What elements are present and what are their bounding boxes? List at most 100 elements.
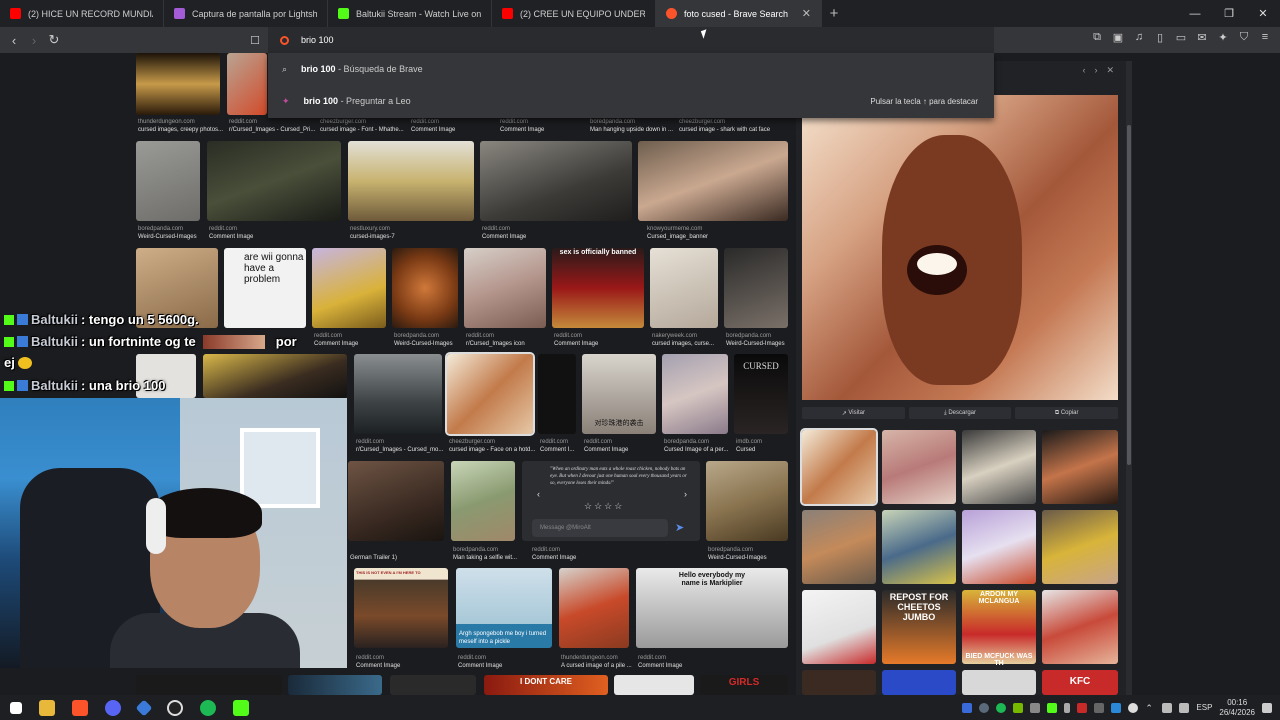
result-title[interactable]: Comment Image	[500, 127, 544, 133]
result-title[interactable]: Weird-Cursed-Images	[138, 234, 197, 240]
clock[interactable]: 00:16 26/4/2026	[1219, 698, 1255, 718]
result-title[interactable]: cursed image - shark with cat face	[679, 127, 770, 133]
notifications-icon[interactable]	[1262, 702, 1272, 713]
result-image[interactable]	[662, 354, 728, 434]
wallet-icon[interactable]: ▭	[1174, 31, 1188, 47]
result-title[interactable]: cursed image - Face on a hotd...	[449, 447, 535, 453]
result-image[interactable]	[288, 675, 382, 695]
mail-icon[interactable]: ✉	[1195, 31, 1209, 47]
result-image[interactable]	[706, 461, 788, 541]
result-title[interactable]: r/Cursed_Images - Cursed_mo...	[356, 447, 443, 453]
result-title[interactable]: Man taking a selfie wit...	[453, 555, 517, 561]
result-title[interactable]: Comment Image	[209, 234, 253, 240]
audio-icon[interactable]	[1111, 702, 1122, 713]
result-title[interactable]: cursed-images-7	[350, 234, 395, 240]
forward-icon[interactable]: ›	[24, 33, 44, 48]
result-image[interactable]	[348, 461, 444, 541]
result-image[interactable]	[390, 675, 476, 695]
result-title[interactable]: Comment Image	[584, 447, 628, 453]
result-title[interactable]: Comment Image	[554, 341, 598, 347]
result-image[interactable]: THIS IS NOT EVEN A I'M HERE TO	[354, 568, 448, 648]
obs-icon[interactable]	[167, 699, 183, 716]
bluetooth-icon[interactable]	[962, 702, 973, 713]
result-title[interactable]: Comment Image	[482, 234, 526, 240]
nvidia-icon[interactable]	[1013, 702, 1024, 713]
related-image[interactable]	[962, 430, 1036, 504]
discord-icon[interactable]	[105, 699, 121, 716]
minimize-icon[interactable]: —	[1178, 0, 1212, 27]
send-icon[interactable]: ➤	[675, 521, 684, 534]
related-image[interactable]	[1042, 590, 1118, 664]
language-indicator[interactable]: ESP	[1196, 703, 1212, 712]
result-title[interactable]: Comment Image	[532, 555, 576, 561]
leo-icon[interactable]: ✦	[1216, 31, 1230, 47]
result-image[interactable]	[354, 354, 442, 434]
result-image[interactable]	[464, 248, 546, 328]
keyboard-icon[interactable]	[1094, 702, 1105, 713]
result-image[interactable]: CURSED	[734, 354, 788, 434]
address-input[interactable]: brio 100	[301, 35, 334, 45]
result-title[interactable]: Weird-Cursed-Images	[394, 341, 453, 347]
result-image[interactable]	[136, 141, 200, 221]
result-title[interactable]: Cursed Image of a per...	[664, 447, 728, 453]
tab-youtube-record[interactable]: (2) HICE UN RECORD MUNDIAL EN M	[0, 0, 164, 27]
related-image[interactable]: ARDON MY MCLANGUA BIED MCFUCK WAS TH	[962, 590, 1036, 667]
related-image[interactable]	[882, 510, 956, 584]
shield-icon[interactable]: ⛉	[1237, 31, 1251, 47]
windows-start-icon[interactable]	[10, 701, 22, 714]
result-title[interactable]: Comment Image	[458, 663, 502, 669]
reload-icon[interactable]: ↻	[44, 32, 64, 48]
result-image[interactable]: Hello everybody my name is Markiplier	[636, 568, 788, 648]
result-image[interactable]	[445, 352, 535, 436]
prev-arrow-icon[interactable]: ‹	[537, 489, 540, 499]
related-image[interactable]	[802, 510, 876, 584]
hardware-icon[interactable]	[1077, 702, 1088, 713]
result-image[interactable]	[480, 141, 632, 221]
related-image[interactable]	[802, 590, 876, 664]
extensions-icon[interactable]: ⧉	[1090, 31, 1104, 47]
result-title[interactable]: Comment Image	[411, 127, 455, 133]
network-tray-icon[interactable]	[1030, 702, 1041, 713]
kick-icon[interactable]	[233, 699, 249, 716]
next-icon[interactable]: ›	[1094, 65, 1097, 76]
result-title[interactable]: Comment I...	[540, 447, 574, 453]
close-icon[interactable]: ✕	[1106, 65, 1114, 76]
related-image[interactable]	[800, 428, 878, 506]
restore-icon[interactable]: ❐	[1212, 0, 1246, 27]
suggestion-leo[interactable]: ✦ brio 100 - Preguntar a Leo Pulsar la t…	[268, 85, 994, 117]
bookmark-icon[interactable]: ☐	[245, 34, 265, 47]
next-arrow-icon[interactable]: ›	[684, 489, 687, 499]
result-title[interactable]: Comment Image	[638, 663, 682, 669]
prev-icon[interactable]: ‹	[1082, 65, 1085, 76]
file-explorer-icon[interactable]	[39, 699, 55, 716]
close-window-icon[interactable]: ✕	[1246, 0, 1280, 27]
app-tray-icon[interactable]	[1047, 702, 1058, 713]
screenshot-icon[interactable]: ▣	[1111, 31, 1125, 47]
tab-kick-stream[interactable]: Baltukii Stream - Watch Live on Kick	[328, 0, 492, 27]
result-image[interactable]: sex is officially banned	[552, 248, 644, 328]
result-title[interactable]: r/Cursed_Images - Cursed_Pri...	[229, 127, 315, 133]
result-image[interactable]: 对珍珠港的袭击	[582, 354, 656, 434]
back-icon[interactable]: ‹	[4, 33, 24, 48]
result-image[interactable]	[451, 461, 515, 541]
result-image[interactable]	[392, 248, 458, 328]
result-title[interactable]: r/Cursed_Images icon	[466, 341, 525, 347]
obs-tray-icon[interactable]	[1128, 702, 1139, 713]
related-image[interactable]	[1042, 430, 1118, 504]
related-image[interactable]	[882, 670, 956, 695]
result-title[interactable]: German Trailer 1)	[350, 555, 397, 561]
app-icon[interactable]	[135, 699, 153, 716]
related-image[interactable]: REPOST FOR CHEETOS JUMBO	[882, 590, 956, 664]
result-image[interactable]	[724, 248, 788, 328]
related-image[interactable]	[962, 510, 1036, 584]
result-title[interactable]: Man hanging upside down in ...	[590, 127, 673, 133]
result-image[interactable]: "When an ordinary man eats a whole roast…	[522, 461, 700, 541]
visit-button[interactable]: ↗ Visitar	[802, 407, 905, 419]
result-image[interactable]	[650, 248, 718, 328]
chevron-up-icon[interactable]: ⌃	[1145, 703, 1155, 713]
close-tab-icon[interactable]: ✕	[802, 7, 811, 20]
address-bar[interactable]: brio 100	[268, 27, 994, 53]
music-icon[interactable]: ♫	[1132, 31, 1146, 47]
tab-lightshot[interactable]: Captura de pantalla por Lightshot	[164, 0, 328, 27]
result-title[interactable]: A cursed image of a pile ...	[561, 663, 632, 669]
